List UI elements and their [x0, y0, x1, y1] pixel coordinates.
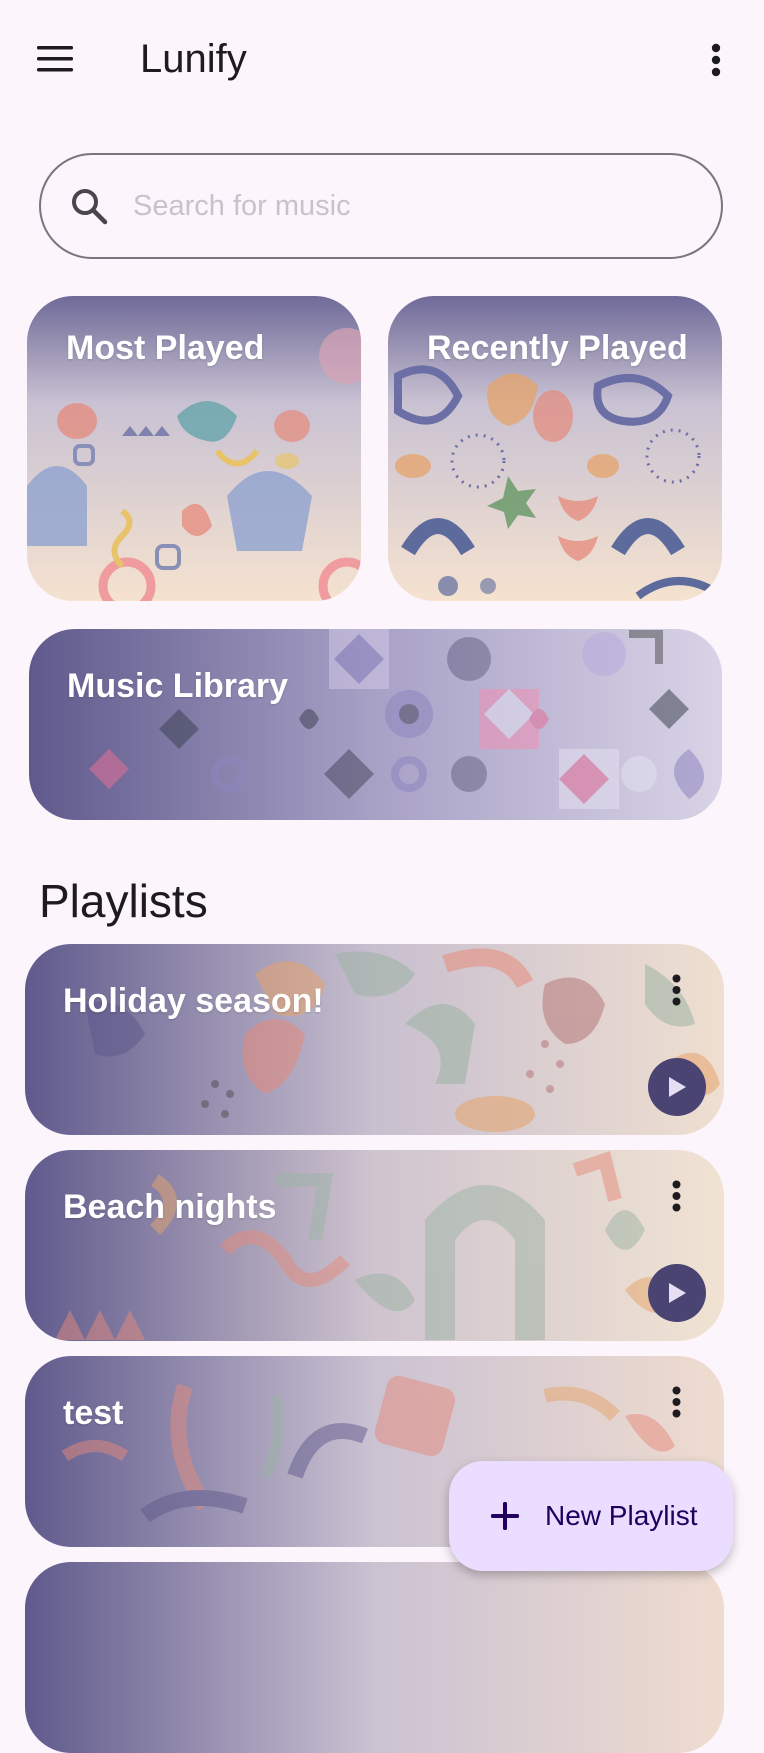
play-icon	[669, 1283, 686, 1303]
playlist-card[interactable]: Holiday season!	[25, 944, 724, 1135]
playlist-options-button[interactable]	[660, 1380, 692, 1424]
music-library-artwork	[29, 629, 722, 820]
more-vert-icon	[672, 1180, 680, 1212]
play-button[interactable]	[648, 1264, 706, 1322]
more-vert-icon	[672, 974, 680, 1006]
play-icon	[669, 1077, 686, 1097]
search-icon	[72, 189, 108, 225]
app-title: Lunify	[140, 37, 247, 81]
more-vert-icon	[672, 1386, 680, 1418]
playlists-heading: Playlists	[39, 875, 208, 927]
music-library-card[interactable]: Music Library	[29, 629, 722, 820]
playlist-options-button[interactable]	[660, 1174, 692, 1218]
hamburger-menu-icon	[37, 46, 73, 72]
playlist-name: Beach nights	[63, 1188, 277, 1226]
most-played-card[interactable]: Most Played	[27, 296, 361, 601]
playlist-artwork	[25, 1150, 724, 1341]
music-library-label: Music Library	[67, 667, 289, 705]
search-bar[interactable]	[39, 153, 723, 259]
playlist-card[interactable]	[25, 1562, 724, 1753]
playlist-name: Holiday season!	[63, 982, 324, 1020]
new-playlist-button[interactable]: New Playlist	[449, 1461, 733, 1571]
new-playlist-label: New Playlist	[545, 1500, 698, 1531]
more-options-button[interactable]	[692, 36, 740, 84]
plus-icon	[491, 1502, 519, 1530]
playlist-options-button[interactable]	[660, 968, 692, 1012]
menu-button[interactable]	[30, 34, 80, 84]
recently-played-label: Recently Played	[427, 329, 688, 367]
playlist-card[interactable]: Beach nights	[25, 1150, 724, 1341]
most-played-label: Most Played	[66, 329, 265, 367]
search-input[interactable]	[131, 188, 675, 224]
recently-played-card[interactable]: Recently Played	[388, 296, 722, 601]
more-vert-icon	[711, 43, 721, 77]
play-button[interactable]	[648, 1058, 706, 1116]
playlist-name: test	[63, 1394, 124, 1432]
top-app-bar: Lunify	[0, 0, 764, 118]
playlist-artwork	[25, 944, 724, 1135]
